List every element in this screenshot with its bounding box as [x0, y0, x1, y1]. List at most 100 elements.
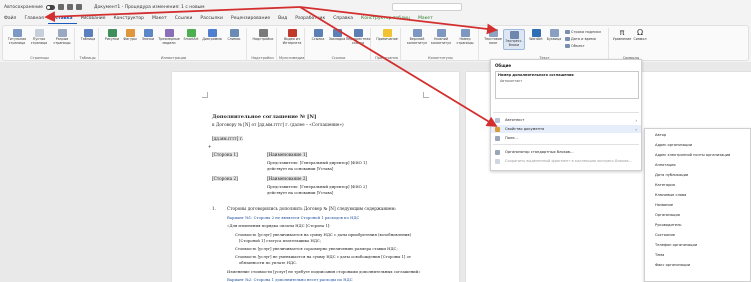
- pictures-button[interactable]: Рисунки: [103, 29, 121, 42]
- search-input[interactable]: [392, 3, 462, 11]
- header-button[interactable]: Верхний колонтитул: [405, 29, 429, 46]
- object-button[interactable]: Объект: [565, 44, 585, 48]
- group-media: Видео из Интернета Мультимедиа: [279, 28, 305, 60]
- property-abstract[interactable]: Аннотация: [655, 163, 676, 167]
- smartart-button[interactable]: SmartArt: [181, 29, 201, 42]
- tab-table-design[interactable]: Конструктор таблиц: [357, 14, 414, 24]
- variant2-label: Вариант №2: Сторона 1 дополнительно несе…: [227, 277, 353, 282]
- title-bar: Автосохранение Документ1 - Процедура изм…: [0, 0, 751, 14]
- group-header-footer: Верхний колонтитул Нижний колонтитул Ном…: [403, 28, 479, 60]
- tab-home[interactable]: Главная: [20, 14, 47, 24]
- pictures-icon: [107, 29, 117, 37]
- property-company[interactable]: Организация: [655, 213, 680, 217]
- signature-line-button[interactable]: Строка подписи: [565, 30, 601, 34]
- menu-item-save-selection[interactable]: Сохранить выделенный фрагмент в коллекци…: [491, 157, 641, 165]
- property-subject[interactable]: Тема: [655, 253, 664, 257]
- page-break-button[interactable]: Разрыв страницы: [51, 29, 73, 46]
- save-selection-icon: [495, 158, 500, 164]
- property-keywords[interactable]: Ключевые слова: [655, 193, 686, 197]
- agreement-date: [дд.мм.гггг] г.: [212, 136, 244, 141]
- tab-review[interactable]: Рецензирование: [227, 14, 274, 24]
- cross-reference-button[interactable]: Перекрестная ссылка: [346, 29, 370, 46]
- quick-parts-button[interactable]: Экспресс-блоки: [503, 29, 525, 50]
- group-label-addins: Надстройки: [251, 56, 274, 60]
- property-manager[interactable]: Руководитель: [655, 223, 682, 227]
- property-company-email[interactable]: Адрес электронной почты организации: [655, 153, 730, 157]
- autotext-gallery-item[interactable]: Номер дополнительного соглашения Автокон…: [495, 71, 639, 99]
- tab-table-layout[interactable]: Макет: [414, 14, 437, 24]
- party1-basis: действует на основании [Устава]: [267, 166, 334, 171]
- table-button[interactable]: Таблица: [79, 29, 97, 42]
- party2-name: [Наименование 2]: [267, 176, 308, 181]
- menu-item-document-property[interactable]: Свойство документа ›: [491, 125, 641, 133]
- table-move-handle[interactable]: +: [208, 144, 212, 149]
- autosave-toggle[interactable]: [45, 4, 55, 10]
- property-title[interactable]: Название: [655, 203, 673, 207]
- tab-help[interactable]: Справка: [329, 14, 357, 24]
- autosave-label: Автосохранение: [4, 4, 43, 10]
- agreement-subtitle: к Договору № [N] от [дд.мм.гггг] г. (дал…: [212, 122, 344, 127]
- property-company-phone[interactable]: Телефон организации: [655, 243, 697, 247]
- redo-icon[interactable]: [75, 4, 82, 10]
- icons-button[interactable]: Значки: [139, 29, 157, 42]
- addins-button[interactable]: Надстройки: [251, 29, 275, 42]
- bullet-1b: [Стороной 1] статуса плательщика НДС;: [239, 238, 322, 243]
- property-category[interactable]: Категория: [655, 183, 675, 187]
- party2-rep: Представитель: [Генеральный директор] [Ф…: [267, 184, 367, 189]
- save-icon[interactable]: [57, 4, 64, 10]
- bullet-1a: Стоимость [услуг] увеличивается на сумму…: [235, 232, 412, 237]
- equation-button[interactable]: π Уравнение: [613, 29, 632, 42]
- menu-item-field[interactable]: Поле...: [491, 134, 641, 142]
- footer-button[interactable]: Нижний колонтитул: [429, 29, 453, 46]
- quick-parts-icon: [509, 31, 519, 39]
- property-company-address[interactable]: Адрес организации: [655, 143, 692, 147]
- group-pages: Титульная страница Пустая страница Разры…: [5, 28, 75, 60]
- footer-icon: [436, 29, 446, 37]
- date-time-button[interactable]: Дата и время: [565, 37, 596, 41]
- tab-draw[interactable]: Рисование: [77, 14, 110, 24]
- bookmark-button[interactable]: Закладка: [327, 29, 347, 42]
- menu-item-building-blocks[interactable]: Организатор стандартных блоков...: [491, 148, 641, 156]
- gallery-item-title: Номер дополнительного соглашения: [498, 73, 574, 77]
- property-company-fax[interactable]: Факс организации: [655, 263, 690, 267]
- shapes-button[interactable]: Фигуры: [121, 29, 139, 42]
- group-links: Ссылка Закладка Перекрестная ссылка Ссыл…: [307, 28, 371, 60]
- link-button[interactable]: Ссылка: [309, 29, 327, 42]
- 3d-models-button[interactable]: Трехмерные модели: [157, 29, 181, 46]
- tab-layout[interactable]: Макет: [148, 14, 171, 24]
- blank-page-button[interactable]: Пустая страница: [29, 29, 49, 46]
- textbox-button[interactable]: Текстовое поле: [483, 29, 503, 46]
- tab-view[interactable]: Вид: [274, 14, 291, 24]
- group-label-links: Ссылки: [331, 56, 346, 60]
- quick-parts-menu: Общие Номер дополнительного соглашения А…: [490, 59, 642, 171]
- cover-page-button[interactable]: Титульная страница: [7, 29, 27, 46]
- tab-design[interactable]: Конструктор: [109, 14, 147, 24]
- property-status[interactable]: Состояние: [655, 233, 675, 237]
- screenshot-button[interactable]: Снимок: [223, 29, 245, 42]
- page-number-button[interactable]: Номер страницы: [453, 29, 477, 46]
- party1-rep: Представитель: [Генеральный директор] [Ф…: [267, 160, 367, 165]
- chart-button[interactable]: Диаграмма: [201, 29, 223, 42]
- group-label-tables: Таблицы: [79, 56, 96, 60]
- chevron-right-icon: ›: [635, 117, 637, 123]
- tab-mailings[interactable]: Рассылки: [196, 14, 227, 24]
- undo-icon[interactable]: [66, 4, 73, 10]
- property-author[interactable]: Автор: [655, 133, 666, 137]
- variant1-intro: «Для изменения порядка оплаты НДС [Сторо…: [227, 223, 331, 228]
- tab-file[interactable]: Файл: [0, 14, 20, 24]
- tab-references[interactable]: Ссылки: [171, 14, 197, 24]
- tab-insert[interactable]: Вставка: [47, 14, 77, 24]
- bullet-3b: обязанности по уплате НДС.: [239, 260, 298, 265]
- group-addins: Надстройки Надстройки: [249, 28, 277, 60]
- group-comments: Примечание Примечания: [373, 28, 401, 60]
- tab-developer[interactable]: Разработчик: [291, 14, 329, 24]
- menu-item-autotext[interactable]: Автотекст ›: [491, 116, 641, 124]
- wordart-button[interactable]: WordArt: [527, 29, 545, 42]
- comment-button[interactable]: Примечание: [375, 29, 399, 42]
- property-publish-date[interactable]: Дата публикации: [655, 173, 688, 177]
- dropcap-button[interactable]: Буквица: [545, 29, 563, 42]
- symbol-button[interactable]: Ω Символ: [631, 29, 649, 42]
- online-video-button[interactable]: Видео из Интернета: [281, 29, 303, 46]
- comment-icon: [382, 29, 392, 37]
- document-page[interactable]: Дополнительное соглашение № [N] к Догово…: [172, 72, 459, 282]
